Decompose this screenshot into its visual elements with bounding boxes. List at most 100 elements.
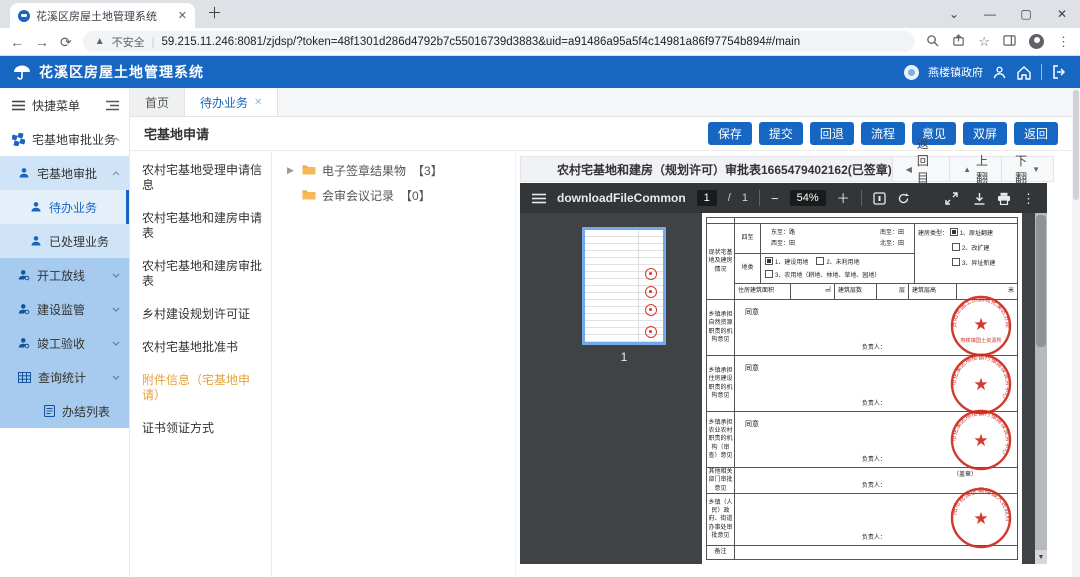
user-name: 燕楼镇政府 bbox=[928, 64, 983, 80]
form-label: 四至 bbox=[735, 224, 761, 253]
form-unit: ㎡ bbox=[791, 284, 835, 299]
pdf-scrollbar[interactable]: ▼ bbox=[1035, 213, 1047, 564]
back-icon[interactable]: ← bbox=[10, 35, 24, 49]
pinwheel-icon bbox=[12, 133, 25, 146]
save-button[interactable]: 保存 bbox=[708, 122, 752, 145]
app-logo-icon bbox=[13, 64, 31, 80]
sidebar-item-completion-acceptance[interactable]: 竣工验收 bbox=[0, 326, 129, 360]
sidebar-item-start-line[interactable]: 开工放线 bbox=[0, 258, 129, 292]
list-item[interactable]: 农村宅基地和建房申请表 bbox=[130, 202, 271, 250]
list-item[interactable]: 证书领证方式 bbox=[130, 412, 271, 445]
close-tab-icon[interactable]: ✕ bbox=[254, 97, 262, 108]
header-user-area: 燕楼镇政府 bbox=[904, 64, 1068, 80]
pdf-menu-icon[interactable] bbox=[532, 193, 546, 204]
caret-right-icon[interactable]: ▶ bbox=[287, 165, 294, 176]
form-value: 同意 bbox=[745, 308, 759, 317]
rotate-icon[interactable] bbox=[897, 192, 910, 205]
list-item[interactable]: 乡村建设规划许可证 bbox=[130, 298, 271, 331]
list-item[interactable]: 农村宅基地批准书 bbox=[130, 331, 271, 364]
sidebar: 快捷菜单 宅基地审批业务 宅基地审批 待办业务 bbox=[0, 88, 130, 577]
zoom-out-icon[interactable]: − bbox=[771, 192, 779, 205]
form-signer: 负责人： bbox=[862, 534, 886, 542]
tab-home[interactable]: 首页 bbox=[130, 88, 185, 116]
back-to-catalog-button[interactable]: ◀ 返回目录 bbox=[892, 157, 949, 181]
sidebar-item-processed[interactable]: 已处理业务 bbox=[0, 224, 129, 258]
tree-node-signature-results[interactable]: ▶ 电子签章结果物 【3】 bbox=[272, 158, 515, 183]
pdf-more-icon[interactable]: ⋮ bbox=[1022, 192, 1035, 205]
list-item-attachments[interactable]: 附件信息（宅基地申请） bbox=[130, 364, 271, 412]
close-tab-icon[interactable]: ✕ bbox=[178, 9, 187, 22]
download-icon[interactable] bbox=[973, 192, 986, 205]
bookmark-star-icon[interactable]: ☆ bbox=[978, 34, 990, 50]
viewer-doc-title: 农村宅基地和建房（规划许可）审批表1665479402162(已签章) bbox=[521, 157, 892, 181]
sidebar-item-zjd-approval-business[interactable]: 宅基地审批业务 bbox=[0, 122, 129, 156]
form-row-government: 乡镇（人民）政府、街道办事处审批意见 负责人： 贵阳市花溪区燕楼镇人民政府 bbox=[707, 494, 1017, 546]
maximize-icon[interactable]: ▢ bbox=[1008, 7, 1044, 21]
sidebar-item-construction-supervision[interactable]: 建设监管 bbox=[0, 292, 129, 326]
sidebar-item-todo[interactable]: 待办业务 bbox=[0, 190, 129, 224]
tab-todo[interactable]: 待办业务 ✕ bbox=[185, 88, 278, 116]
side-panel-icon[interactable] bbox=[1003, 34, 1016, 50]
quick-menu[interactable]: 快捷菜单 bbox=[0, 88, 129, 122]
form-label: 现状宅基地及建房情况 bbox=[707, 224, 735, 299]
next-page-button[interactable]: 下翻 ▼ bbox=[1001, 157, 1053, 181]
zoom-in-icon[interactable]: ＋ bbox=[837, 192, 850, 205]
sidebar-item-label: 宅基地审批业务 bbox=[32, 131, 116, 148]
fit-page-icon[interactable] bbox=[873, 192, 886, 205]
form-label: 建房类型： bbox=[918, 231, 948, 237]
menu-fold-icon[interactable] bbox=[106, 100, 119, 111]
refresh-icon[interactable]: ⟳ bbox=[60, 35, 72, 49]
minimize-icon[interactable]: — bbox=[972, 7, 1008, 21]
list-item[interactable]: 农村宅基地受理申请信息 bbox=[130, 154, 271, 202]
scroll-down-arrow-icon[interactable]: ▼ bbox=[1035, 550, 1047, 564]
browser-menu-icon[interactable]: ⋮ bbox=[1057, 34, 1070, 50]
address-bar[interactable]: ▲ 不安全 | 59.215.11.246:8081/zjdsp/?token=… bbox=[83, 31, 916, 52]
form-row-opinion: 乡镇承担自然资源职责的机构意见 同意 负责人： bbox=[707, 300, 1017, 356]
pdf-zoom-level[interactable]: 54% bbox=[790, 190, 826, 206]
person-icon bbox=[18, 167, 30, 179]
pdf-page: 现状宅基地及建房情况 四至 bbox=[702, 213, 1022, 564]
share-icon[interactable] bbox=[952, 34, 965, 50]
search-icon[interactable] bbox=[926, 34, 939, 50]
form-option: 1、建设用地 bbox=[775, 260, 808, 266]
fullscreen-icon[interactable] bbox=[945, 192, 958, 205]
home-icon[interactable] bbox=[1016, 65, 1032, 80]
sidebar-item-label: 查询统计 bbox=[38, 369, 86, 386]
sidebar-item-zjd-approval[interactable]: 宅基地审批 bbox=[0, 156, 129, 190]
hamburger-icon bbox=[12, 100, 25, 111]
logout-icon[interactable] bbox=[1051, 64, 1068, 80]
sidebar-item-query-statistics[interactable]: 查询统计 bbox=[0, 360, 129, 394]
return-button[interactable]: 返回 bbox=[1014, 122, 1058, 145]
workflow-button[interactable]: 流程 bbox=[861, 122, 905, 145]
form-row-status: 现状宅基地及建房情况 四至 bbox=[707, 224, 1017, 300]
pdf-page-input[interactable]: 1 bbox=[697, 190, 717, 206]
profile-avatar-icon[interactable] bbox=[1029, 34, 1044, 49]
page-scrollbar-thumb[interactable] bbox=[1073, 90, 1079, 200]
caret-down-icon: ▼ bbox=[1032, 165, 1040, 174]
tab-search-icon[interactable]: ⌄ bbox=[936, 7, 972, 21]
sidebar-item-closed-list[interactable]: 办结列表 bbox=[0, 394, 129, 428]
user-icon[interactable] bbox=[992, 65, 1007, 80]
dual-screen-button[interactable]: 双屏 bbox=[963, 122, 1007, 145]
close-icon[interactable]: ✕ bbox=[1044, 7, 1080, 21]
page-scrollbar[interactable] bbox=[1072, 88, 1080, 577]
new-tab-icon[interactable]: ＋ bbox=[207, 2, 222, 23]
form-value: 南至：田 bbox=[880, 229, 904, 237]
page-thumbnail[interactable] bbox=[582, 227, 666, 345]
rollback-button[interactable]: 回退 bbox=[810, 122, 854, 145]
tree-node-meeting-records[interactable]: 会审会议记录 【0】 bbox=[272, 183, 515, 208]
print-icon[interactable] bbox=[997, 192, 1011, 205]
pdf-scrollbar-thumb[interactable] bbox=[1036, 215, 1046, 347]
list-item[interactable]: 农村宅基地和建房审批表 bbox=[130, 250, 271, 298]
page-tabs: 首页 待办业务 ✕ bbox=[130, 88, 1072, 117]
submit-button[interactable]: 提交 bbox=[759, 122, 803, 145]
user-avatar-icon bbox=[904, 65, 919, 80]
attachment-tree: ▶ 电子签章结果物 【3】 会审会议记录 【0】 bbox=[272, 151, 516, 577]
tab-label: 待办业务 bbox=[200, 94, 248, 111]
form-label: 地类 bbox=[735, 254, 761, 283]
form-option: 3、农用地（耕地、林地、草地、园地） bbox=[775, 273, 880, 279]
pdf-canvas[interactable]: 1 现状宅基地及建房情况 bbox=[520, 213, 1047, 564]
prev-page-button[interactable]: ▲ 上翻 bbox=[949, 157, 1001, 181]
forward-icon[interactable]: → bbox=[35, 35, 49, 49]
browser-tab[interactable]: 花溪区房屋土地管理系统 ✕ bbox=[10, 3, 195, 28]
